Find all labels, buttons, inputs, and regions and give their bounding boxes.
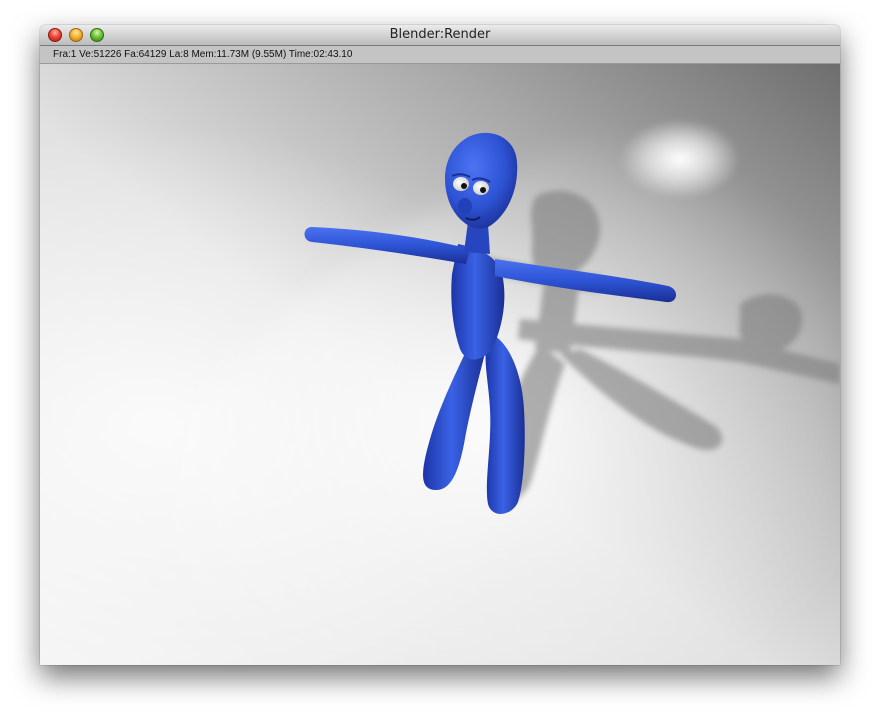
page: Blender:Render Fra:1 Ve:51226 Fa:64129 L… xyxy=(0,0,880,720)
render-scene xyxy=(40,64,840,665)
nose xyxy=(458,198,472,214)
window-title: Blender:Render xyxy=(389,27,491,42)
render-stats: Fra:1 Ve:51226 Fa:64129 La:8 Mem:11.73M … xyxy=(53,49,353,60)
left-pupil xyxy=(461,183,467,189)
title-bar[interactable]: Blender:Render xyxy=(40,25,840,46)
right-pupil xyxy=(480,187,486,193)
render-info-bar: Fra:1 Ve:51226 Fa:64129 La:8 Mem:11.73M … xyxy=(40,46,840,64)
left-eye xyxy=(453,177,469,191)
render-window: Blender:Render Fra:1 Ve:51226 Fa:64129 L… xyxy=(40,25,840,665)
light-hotspot xyxy=(620,119,740,199)
render-image xyxy=(40,64,840,665)
